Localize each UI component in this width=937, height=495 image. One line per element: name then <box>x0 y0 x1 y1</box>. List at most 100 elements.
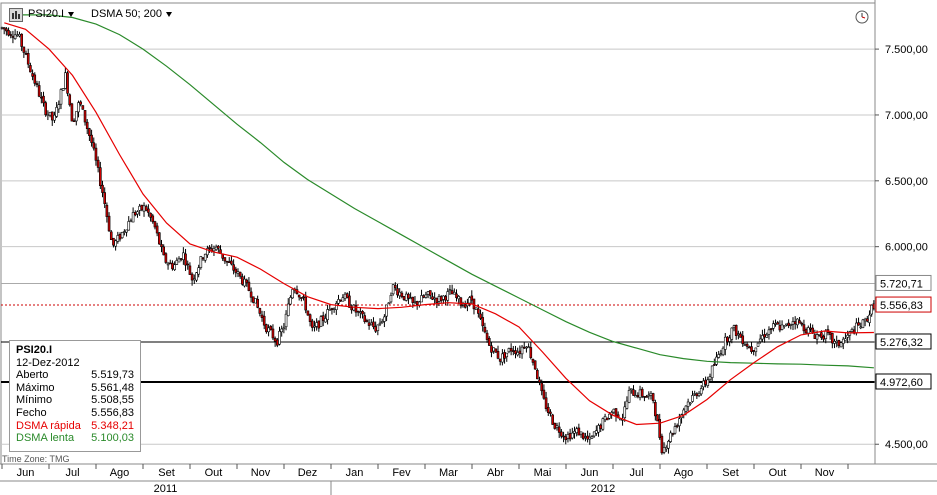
candle-body <box>328 309 332 311</box>
x-tick-label: Jun <box>581 467 599 479</box>
candle-body <box>841 338 845 344</box>
candle-body <box>179 258 183 260</box>
candle-body <box>780 324 784 330</box>
candle-body <box>608 413 611 419</box>
candle-body <box>837 340 841 347</box>
timezone-label: Time Zone: TMG <box>2 454 70 464</box>
candle-body <box>208 246 211 249</box>
candle-body <box>315 322 318 327</box>
price-level-label: 4.972,60 <box>880 377 923 389</box>
candle-body <box>297 294 301 298</box>
candle-body <box>667 441 670 449</box>
candle-body <box>721 347 725 356</box>
clock-icon[interactable] <box>855 10 869 27</box>
candle-body <box>435 297 439 303</box>
x-tick-label: Fev <box>392 467 411 479</box>
candle-body <box>706 379 710 386</box>
candle-body <box>127 221 131 231</box>
candle-body <box>411 296 415 303</box>
info-row-label: Mínimo <box>16 394 53 407</box>
candle-body <box>590 436 594 439</box>
candle-body <box>407 293 410 299</box>
candle-body <box>83 110 87 123</box>
candle-body <box>863 318 867 322</box>
candle-body <box>232 264 235 271</box>
candle-body <box>177 258 181 263</box>
candle-body <box>217 245 220 249</box>
indicator-selector[interactable]: DSMA 50; 200 <box>91 8 172 20</box>
candle-body <box>750 346 753 352</box>
candle-body <box>182 252 185 260</box>
chart-app-icon[interactable] <box>9 8 23 25</box>
candle-body <box>2 27 6 30</box>
candle-body <box>634 395 637 398</box>
candle-body <box>286 303 290 316</box>
candle-body <box>761 335 764 340</box>
info-row-label: DSMA rápida <box>16 419 81 432</box>
candle-body <box>168 262 172 265</box>
candle-body <box>343 293 347 299</box>
candle-body <box>490 345 493 353</box>
candle-body <box>341 297 345 302</box>
x-tick-label: Mar <box>439 467 458 479</box>
candle-body <box>453 292 456 295</box>
candle-body <box>230 260 233 265</box>
candle-body <box>249 291 253 298</box>
candle-body <box>241 276 244 285</box>
candle-body <box>450 290 454 295</box>
candle-body <box>282 327 286 330</box>
price-level-label: 5.556,83 <box>880 300 923 312</box>
candle-body <box>188 265 192 275</box>
candle-body <box>651 393 655 402</box>
candle-body <box>147 208 150 213</box>
candle-body <box>387 302 391 305</box>
candle-body <box>758 338 762 342</box>
candle-body <box>324 318 327 323</box>
candle-body <box>796 318 799 326</box>
candle-body <box>455 293 458 299</box>
candle-body <box>588 436 592 440</box>
candle-body <box>571 432 574 439</box>
candle-body <box>400 292 404 298</box>
candle-body <box>330 308 334 311</box>
candle-body <box>806 327 810 334</box>
candle-body <box>376 324 380 331</box>
candle-body <box>597 425 600 433</box>
ohlc-info-box: PSI20.I 12-Dez-2012 Aberto 5.519,73 Máximo… <box>9 340 141 452</box>
info-row: Máximo 5.561,48 <box>16 382 140 395</box>
candle-body <box>437 296 441 302</box>
candle-body <box>413 301 417 303</box>
candle-body <box>385 304 388 317</box>
candle-body <box>256 298 259 308</box>
candle-body <box>46 114 50 116</box>
info-row-label: Aberto <box>16 369 49 382</box>
x-axis-background <box>0 464 937 495</box>
info-title: PSI20.I <box>16 344 53 356</box>
info-row: Mínimo 5.508,55 <box>16 394 140 407</box>
candle-body <box>9 34 13 36</box>
candle-body <box>271 328 275 339</box>
x-tick-label: Abr <box>487 467 504 479</box>
candle-body <box>70 103 74 122</box>
candle-body <box>557 426 561 433</box>
candle-body <box>88 128 91 136</box>
candle-body <box>800 322 804 325</box>
candle-body <box>123 231 126 233</box>
x-tick-label: Dez <box>298 467 318 479</box>
candle-body <box>531 359 535 363</box>
candle-body <box>439 296 443 301</box>
candle-body <box>300 297 303 299</box>
info-rows: Aberto 5.519,73 Máximo 5.561,48 Mínimo 5.508,… <box>16 369 140 445</box>
candle-body <box>809 327 812 330</box>
candle-body <box>831 333 834 344</box>
candle-body <box>614 408 618 417</box>
candle-body <box>192 278 196 281</box>
info-row: Aberto 5.519,73 <box>16 369 140 382</box>
x-tick-label: Nov <box>251 467 271 479</box>
symbol-selector[interactable]: PSI20.I <box>28 8 75 20</box>
candle-body <box>24 53 28 55</box>
candle-body <box>398 291 401 297</box>
candle-body <box>494 348 498 353</box>
candle-body <box>481 317 485 327</box>
year-label: 2011 <box>154 483 178 495</box>
